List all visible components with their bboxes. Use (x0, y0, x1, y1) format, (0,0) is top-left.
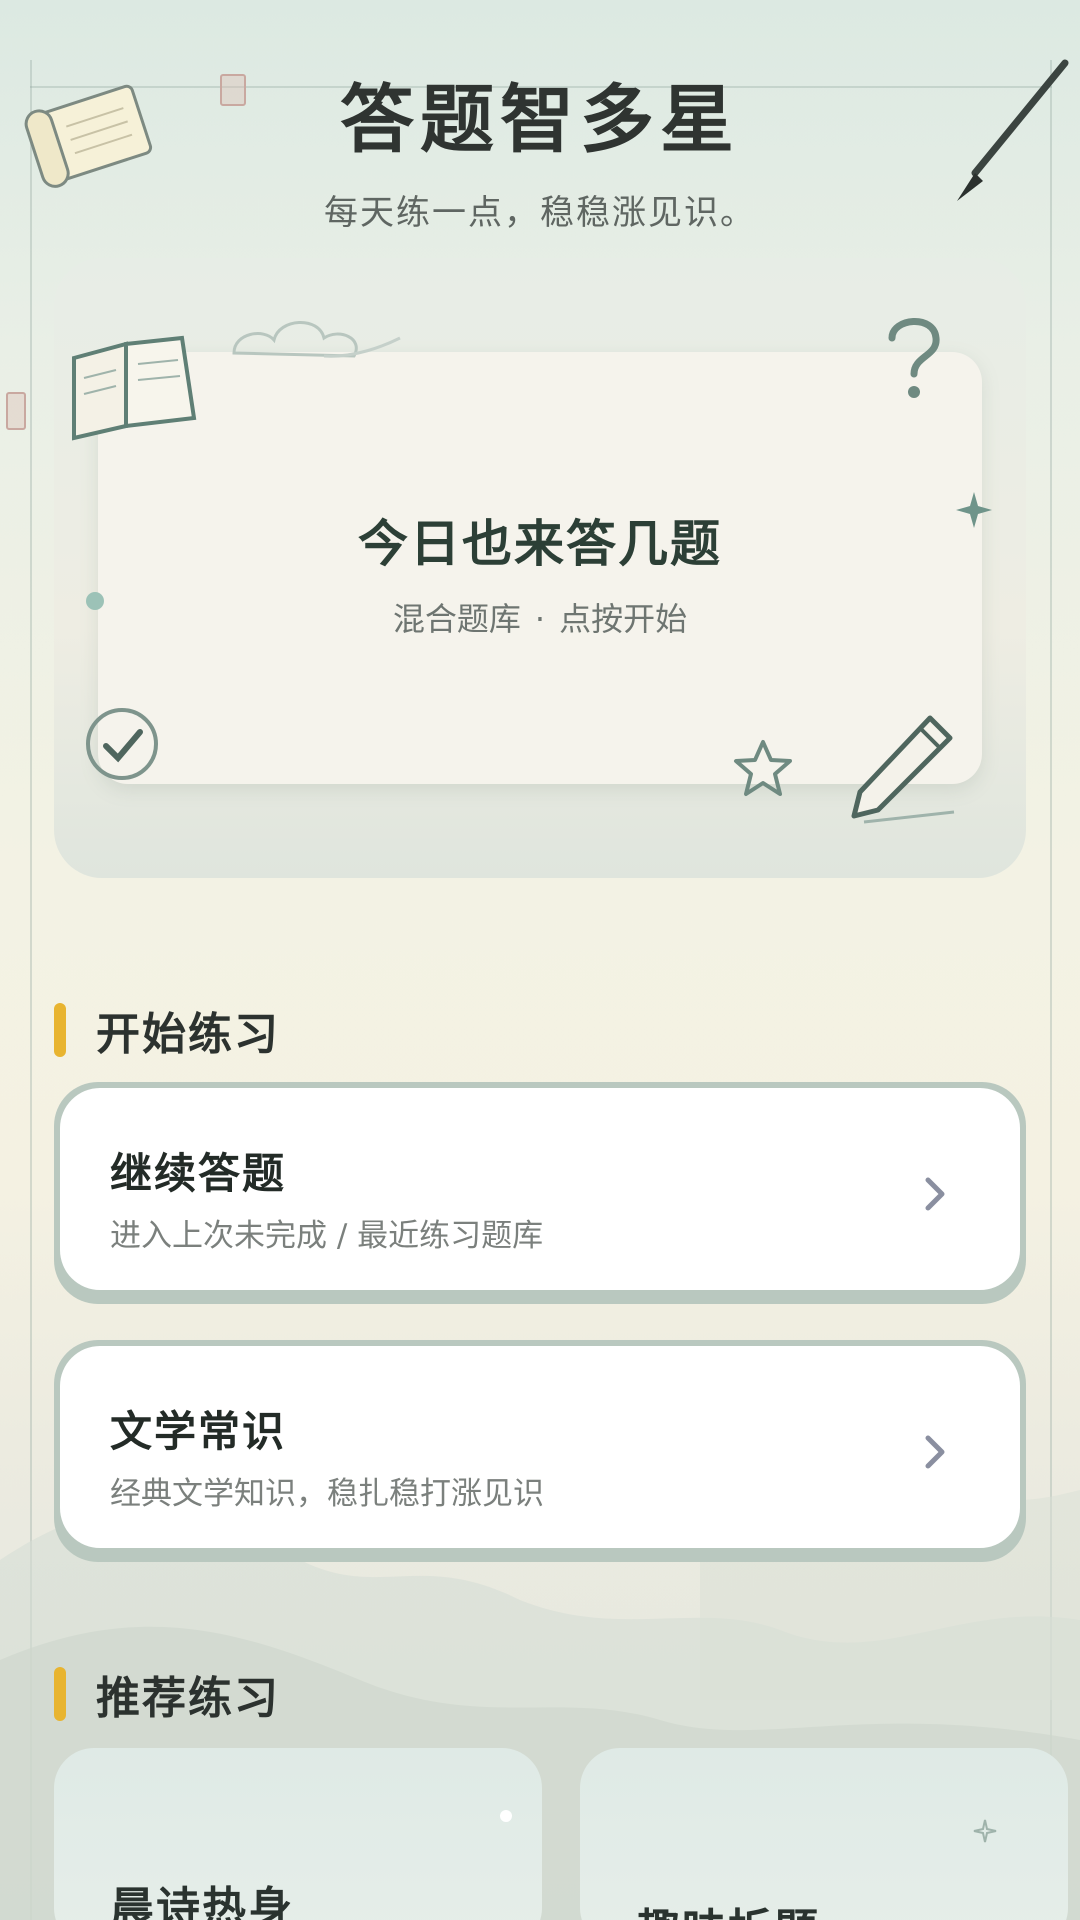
chevron-right-icon (925, 1177, 945, 1211)
card-title: 继续答题 (110, 1149, 287, 1198)
section-header-start: 开始练习 (54, 998, 280, 1062)
section-accent-bar (54, 1667, 66, 1721)
hero-subtitle-dot: · (534, 600, 546, 638)
card-title: 文学常识 (110, 1407, 287, 1456)
app-header: 答题智多星 每天练一点，稳稳涨见识。 (0, 60, 1080, 234)
dot-ornament (500, 1810, 512, 1822)
recommend-card-morning-poetry[interactable]: 晨诗热身 (54, 1748, 542, 1920)
section-title-recommend: 推荐练习 (96, 1673, 280, 1724)
recommend-card-title: 趣味拆题 (636, 1894, 820, 1920)
chevron-right-icon (925, 1435, 945, 1469)
cloud-icon (232, 321, 401, 358)
star-icon (734, 740, 792, 796)
sparkle-icon (973, 1819, 997, 1843)
continue-quiz-card[interactable]: 继续答题 进入上次未完成 / 最近练习题库 (54, 1082, 1026, 1304)
card-inner: 文学常识 经典文学知识，稳扎稳打涨见识 (60, 1346, 1020, 1548)
seal-mark-side (6, 392, 26, 430)
pencil-icon (851, 715, 955, 824)
question-mark-icon (888, 318, 940, 398)
daily-quiz-hero-card[interactable]: 今日也来答几题 混合题库 · 点按开始 (54, 258, 1026, 878)
section-title-start: 开始练习 (96, 1009, 280, 1060)
hero-subtitle: 混合题库 · 点按开始 (54, 594, 1026, 640)
section-accent-bar (54, 1003, 66, 1057)
card-description: 进入上次未完成 / 最近练习题库 (110, 1218, 544, 1254)
recommend-card-title: 晨诗热身 (110, 1883, 294, 1920)
app-title: 答题智多星 (340, 77, 740, 163)
hero-subtitle-right: 点按开始 (559, 600, 688, 638)
check-seal-icon (86, 708, 158, 780)
literature-quiz-card[interactable]: 文学常识 经典文学知识，稳扎稳打涨见识 (54, 1340, 1026, 1562)
section-header-recommend: 推荐练习 (54, 1662, 280, 1726)
open-book-icon (72, 335, 197, 441)
card-inner: 继续答题 进入上次未完成 / 最近练习题库 (60, 1088, 1020, 1290)
app-subtitle: 每天练一点，稳稳涨见识。 (324, 193, 756, 233)
hero-subtitle-left: 混合题库 (392, 600, 521, 638)
hero-title: 今日也来答几题 (358, 515, 722, 573)
card-description: 经典文学知识，稳扎稳打涨见识 (110, 1476, 544, 1512)
recommend-card-fun-puzzle[interactable]: 趣味拆题 (580, 1748, 1068, 1920)
